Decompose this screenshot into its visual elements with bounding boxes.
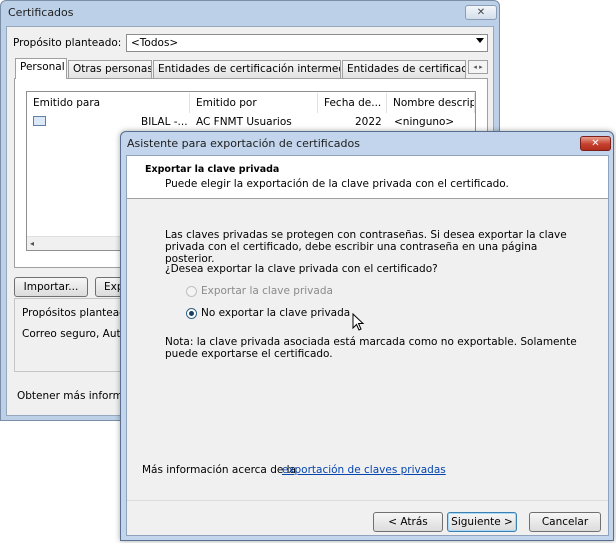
cell-issued-by[interactable]: AC FNMT Usuarios [196, 115, 292, 129]
wizard-page-subtitle: Puede elegir la exportación de la clave … [165, 178, 509, 190]
back-button[interactable]: < Atrás [373, 512, 443, 532]
private-key-export-link[interactable]: exportación de claves privadas [282, 464, 446, 476]
tab-scroll-arrows[interactable]: ◂ ▸ [468, 60, 488, 74]
export-question: ¿Desea exportar la clave privada con el … [165, 263, 438, 275]
non-exportable-note: Nota: la clave privada asociada está mar… [165, 336, 577, 360]
password-explanation: Las claves privadas se protegen con cont… [165, 229, 567, 265]
certificates-window-title: Certificados [8, 6, 74, 19]
column-header-expiry[interactable]: Fecha de... [318, 93, 387, 113]
purposes-value: Correo seguro, Aute [22, 328, 128, 340]
chevron-down-icon[interactable] [476, 38, 484, 43]
column-header-friendly-name[interactable]: Nombre descriptiv [387, 93, 475, 113]
cancel-button[interactable]: Cancelar [529, 512, 601, 532]
cell-friendly-name[interactable]: <ninguno> [394, 115, 454, 129]
cell-expiry[interactable]: 2022 [355, 115, 382, 129]
certificates-close-button[interactable]: ✕ [465, 5, 497, 20]
more-info-link[interactable]: Obtener más informac [17, 390, 135, 402]
purpose-select[interactable]: <Todos> [126, 34, 488, 52]
purposes-label: Propósitos planteado [22, 307, 133, 319]
wizard-header [127, 156, 608, 198]
export-key-label: Exportar la clave privada [201, 285, 333, 297]
no-export-key-label[interactable]: No exportar la clave privada [201, 307, 350, 319]
import-button[interactable]: Importar... [14, 277, 88, 297]
close-button[interactable]: ✕ [580, 136, 611, 151]
cell-issued-to[interactable]: BILAL -... [141, 115, 188, 129]
wizard-page-title: Exportar la clave privada [145, 164, 280, 175]
footer-divider [127, 500, 608, 501]
next-button[interactable]: Siguiente > [447, 512, 517, 532]
mouse-cursor-icon [352, 312, 365, 335]
more-info-prefix: Más información acerca de la [142, 464, 297, 476]
column-header-issued-to[interactable]: Emitido para [27, 93, 190, 113]
purpose-label: Propósito planteado: [13, 37, 122, 49]
export-key-radio[interactable] [186, 286, 197, 297]
radio-selected-dot [189, 311, 194, 316]
header-divider [127, 198, 608, 199]
tab-entidades-raiz[interactable]: Entidades de certificac [342, 60, 466, 78]
certificate-icon [33, 116, 46, 126]
export-wizard-title: Asistente para exportación de certificad… [127, 137, 360, 150]
tab-personal[interactable]: Personal [15, 58, 67, 79]
column-header-issued-by[interactable]: Emitido por [190, 93, 318, 113]
tab-otras-personas[interactable]: Otras personas [68, 60, 152, 78]
horizontal-scrollbar[interactable]: ◂ [27, 236, 127, 250]
tab-entidades-intermedias[interactable]: Entidades de certificación intermedias [153, 60, 341, 78]
